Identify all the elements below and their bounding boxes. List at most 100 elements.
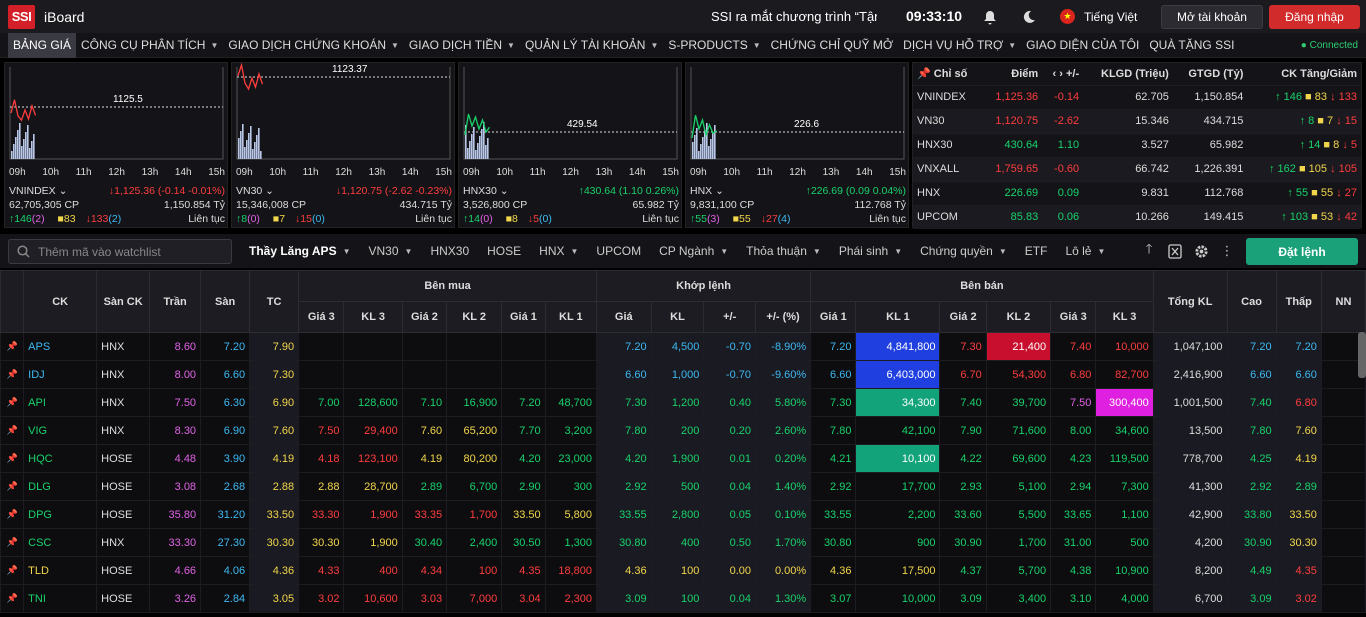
index-header-5[interactable]: CK Tăng/Giảm bbox=[1247, 63, 1361, 85]
ask-volume-2: 5,100 bbox=[985, 472, 1052, 501]
board-scrollbar[interactable] bbox=[1358, 332, 1366, 378]
watchlist-search-input[interactable] bbox=[38, 244, 218, 259]
header-low[interactable]: Thấp bbox=[1275, 270, 1322, 333]
nav-item-2[interactable]: GIAO DỊCH CHỨNG KHOÁN ▼ bbox=[223, 33, 404, 58]
vietnam-flag-icon[interactable]: ★ bbox=[1060, 9, 1075, 24]
high-price: 6.60 bbox=[1226, 360, 1277, 389]
language-selector[interactable]: Tiếng Việt bbox=[1084, 10, 1137, 24]
place-order-button[interactable]: Đặt lệnh bbox=[1246, 238, 1358, 265]
nav-item-4[interactable]: QUẢN LÝ TÀI KHOẢN ▼ bbox=[520, 33, 663, 58]
stock-row[interactable]: 📌 VIG HNX 8.30 6.90 7.60 7.50 29,400 7.60 65,200 7… bbox=[0, 416, 1366, 445]
bid-price-1: 3.04 bbox=[501, 584, 546, 613]
news-ticker[interactable]: SSI ra mắt chương trình “Tận dụng bbox=[711, 9, 877, 24]
stock-row[interactable]: 📌 TNI HOSE 3.26 2.84 3.05 3.02 10,600 3.03 7,000 3… bbox=[0, 584, 1366, 613]
stock-row[interactable]: 📌 DLG HOSE 3.08 2.68 2.88 2.88 28,700 2.89 6,700 2… bbox=[0, 472, 1366, 501]
gear-icon[interactable] bbox=[1192, 242, 1210, 260]
index-header-1[interactable]: Điểm bbox=[982, 63, 1042, 85]
tab-7[interactable]: Thỏa thuận ▼ bbox=[737, 234, 830, 268]
tab-1[interactable]: VN30 ▼ bbox=[360, 234, 422, 268]
stock-row[interactable]: 📌 DPG HOSE 35.80 31.20 33.50 33.30 1,900 33.35 1,… bbox=[0, 500, 1366, 529]
index-header-4[interactable]: GTGD (Tỷ) bbox=[1173, 63, 1248, 85]
match-volume: 1,000 bbox=[650, 360, 705, 389]
volume-bar bbox=[481, 129, 483, 159]
stock-row[interactable]: 📌 TLD HOSE 4.66 4.06 4.36 4.33 400 4.34 100 4.35 18… bbox=[0, 556, 1366, 585]
nav-item-8[interactable]: GIAO DIỆN CỦA TÔI bbox=[1021, 33, 1144, 58]
index-name[interactable]: HNX30 ⌄ bbox=[463, 185, 509, 197]
nav-item-3[interactable]: GIAO DỊCH TIỀN ▼ bbox=[404, 33, 520, 58]
tab-8[interactable]: Phái sinh ▼ bbox=[830, 234, 911, 268]
exchange: HNX bbox=[96, 416, 151, 445]
nav-item-1[interactable]: CÔNG CỤ PHÂN TÍCH ▼ bbox=[76, 33, 223, 58]
index-name[interactable]: HNX ⌄ bbox=[690, 185, 724, 197]
time-tick: 10h bbox=[496, 167, 514, 178]
exchange: HOSE bbox=[96, 444, 151, 473]
index-row[interactable]: HNX 226.69 0.09 9.831 112.768 ↑ 55 ■ 55 ↓ 27 bbox=[913, 180, 1361, 205]
bell-icon[interactable] bbox=[981, 8, 999, 26]
index-name[interactable]: VNINDEX ⌄ bbox=[9, 185, 67, 197]
index-header-0[interactable]: 📌 Chỉ số bbox=[913, 63, 982, 85]
watchlist-search[interactable] bbox=[8, 239, 232, 264]
header-floor[interactable]: Sàn bbox=[200, 270, 251, 333]
nav-item-5[interactable]: S-PRODUCTS ▼ bbox=[663, 33, 765, 58]
advancers-count: ↑8 bbox=[236, 213, 248, 225]
index-sparkline bbox=[690, 67, 905, 160]
volume-bar bbox=[258, 128, 260, 159]
index-row[interactable]: VNINDEX 1,125.36 -0.14 62.705 1,150.854 ↑ 146… bbox=[913, 84, 1361, 109]
index-name[interactable]: VN30 ⌄ bbox=[236, 185, 274, 197]
nav-item-6[interactable]: CHỨNG CHỈ QUỸ MỞ bbox=[766, 33, 899, 58]
excel-export-icon[interactable] bbox=[1166, 242, 1184, 260]
index-header-2[interactable]: ‹ › +/- bbox=[1042, 63, 1083, 85]
bid-volume-3: 28,700 bbox=[343, 472, 403, 501]
stock-row[interactable]: 📌 IDJ HNX 8.00 6.60 7.30 6.60 1,000 -0.70 -9.60% 6… bbox=[0, 360, 1366, 389]
decliners: ↓ 27 bbox=[1336, 187, 1357, 199]
header-sell-vol-1: KL 1 bbox=[855, 301, 941, 333]
tab-9[interactable]: Chứng quyền ▼ bbox=[911, 234, 1016, 268]
stock-row[interactable]: 📌 HQC HOSE 4.48 3.90 4.19 4.18 123,100 4.19 80,20… bbox=[0, 444, 1366, 473]
more-menu-icon[interactable]: ⋮ bbox=[1218, 242, 1236, 260]
index-row[interactable]: VNXALL 1,759.65 -0.60 66.742 1,226.391 ↑ 162 … bbox=[913, 156, 1361, 181]
tab-5[interactable]: UPCOM bbox=[587, 234, 650, 268]
mini-chart-hnx30[interactable]: 429.54 09h 10h 11h 12h 13h 14h 15h HNX30 ⌄ ↑430.6… bbox=[458, 62, 682, 228]
tab-11[interactable]: Lô lẻ ▼ bbox=[1056, 234, 1114, 268]
header-ceiling[interactable]: Trần bbox=[149, 270, 202, 333]
time-tick: 11h bbox=[302, 167, 319, 178]
mini-chart-vnindex[interactable]: 1125.5 09h 10h 11h 12h 13h 14h 15h VNINDEX ⌄ ↓1,1… bbox=[4, 62, 228, 228]
header-symbol[interactable]: CK bbox=[23, 270, 98, 333]
index-row[interactable]: HNX30 430.64 1.10 3.527 65.982 ↑ 14 ■ 8 ↓ 5 bbox=[913, 132, 1361, 157]
stock-row[interactable]: 📌 APS HNX 8.60 7.20 7.90 7.20 4,500 -0.70 -8.90% 7… bbox=[0, 332, 1366, 361]
index-row[interactable]: UPCOM 85.83 0.06 10.266 149.415 ↑ 103 ■ 53 ↓ … bbox=[913, 204, 1361, 229]
tab-3[interactable]: HOSE bbox=[478, 234, 530, 268]
tab-2[interactable]: HNX30 bbox=[421, 234, 478, 268]
tab-6[interactable]: CP Ngành ▼ bbox=[650, 234, 737, 268]
total-volume: 2,416,900 bbox=[1152, 360, 1228, 389]
header-reference[interactable]: TC bbox=[249, 270, 300, 333]
nav-item-0[interactable]: BẢNG GIÁ bbox=[8, 32, 77, 58]
nav-item-7[interactable]: DỊCH VỤ HỖ TRỢ ▼ bbox=[898, 33, 1021, 58]
bid-volume-2: 1,700 bbox=[446, 500, 503, 529]
header-foreign[interactable]: NN bbox=[1320, 270, 1366, 333]
moon-icon[interactable] bbox=[1020, 8, 1038, 26]
tab-0[interactable]: Thầy Lăng APS ▼ bbox=[240, 234, 360, 268]
mini-chart-hnx[interactable]: 226.6 09h 10h 11h 12h 13h 14h 15h HNX ⌄ ↑226.69 (… bbox=[685, 62, 909, 228]
login-button[interactable]: Đăng nhập bbox=[1269, 5, 1360, 29]
ask-volume-3: 4,000 bbox=[1095, 584, 1154, 613]
ask-price-1: 7.30 bbox=[810, 388, 857, 417]
index-header-3[interactable]: KLGD (Triệu) bbox=[1083, 63, 1173, 85]
header-total-volume[interactable]: Tổng KL bbox=[1152, 270, 1228, 333]
header-high[interactable]: Cao bbox=[1226, 270, 1277, 333]
arrow-up-icon[interactable]: 🡑 bbox=[1140, 241, 1158, 260]
stock-row[interactable]: 📌 CSC HNX 33.30 27.30 30.30 30.30 1,900 30.40 2,4… bbox=[0, 528, 1366, 557]
price-line bbox=[10, 99, 37, 122]
mini-chart-vn30[interactable]: 1123.37 09h 10h 11h 12h 13h 14h 15h VN30 ⌄ ↓1,120… bbox=[231, 62, 455, 228]
tab-10[interactable]: ETF bbox=[1016, 234, 1057, 268]
stock-row[interactable]: 📌 API HNX 7.50 6.30 6.90 7.00 128,600 7.10 16,900… bbox=[0, 388, 1366, 417]
open-account-button[interactable]: Mở tài khoản bbox=[1161, 5, 1263, 29]
nav-item-label: CHỨNG CHỈ QUỸ MỞ bbox=[770, 38, 894, 52]
ceiling-count: (2) bbox=[31, 213, 45, 225]
nav-item-9[interactable]: QUÀ TẶNG SSI bbox=[1144, 33, 1239, 58]
total-volume: 42,900 bbox=[1152, 500, 1228, 529]
tab-4[interactable]: HNX ▼ bbox=[530, 234, 587, 268]
ssi-logo[interactable]: SSI bbox=[8, 4, 35, 29]
header-exchange[interactable]: Sàn CK bbox=[96, 270, 151, 333]
index-row[interactable]: VN30 1,120.75 -2.62 15.346 434.715 ↑ 8 ■ 7 ↓ … bbox=[913, 108, 1361, 133]
